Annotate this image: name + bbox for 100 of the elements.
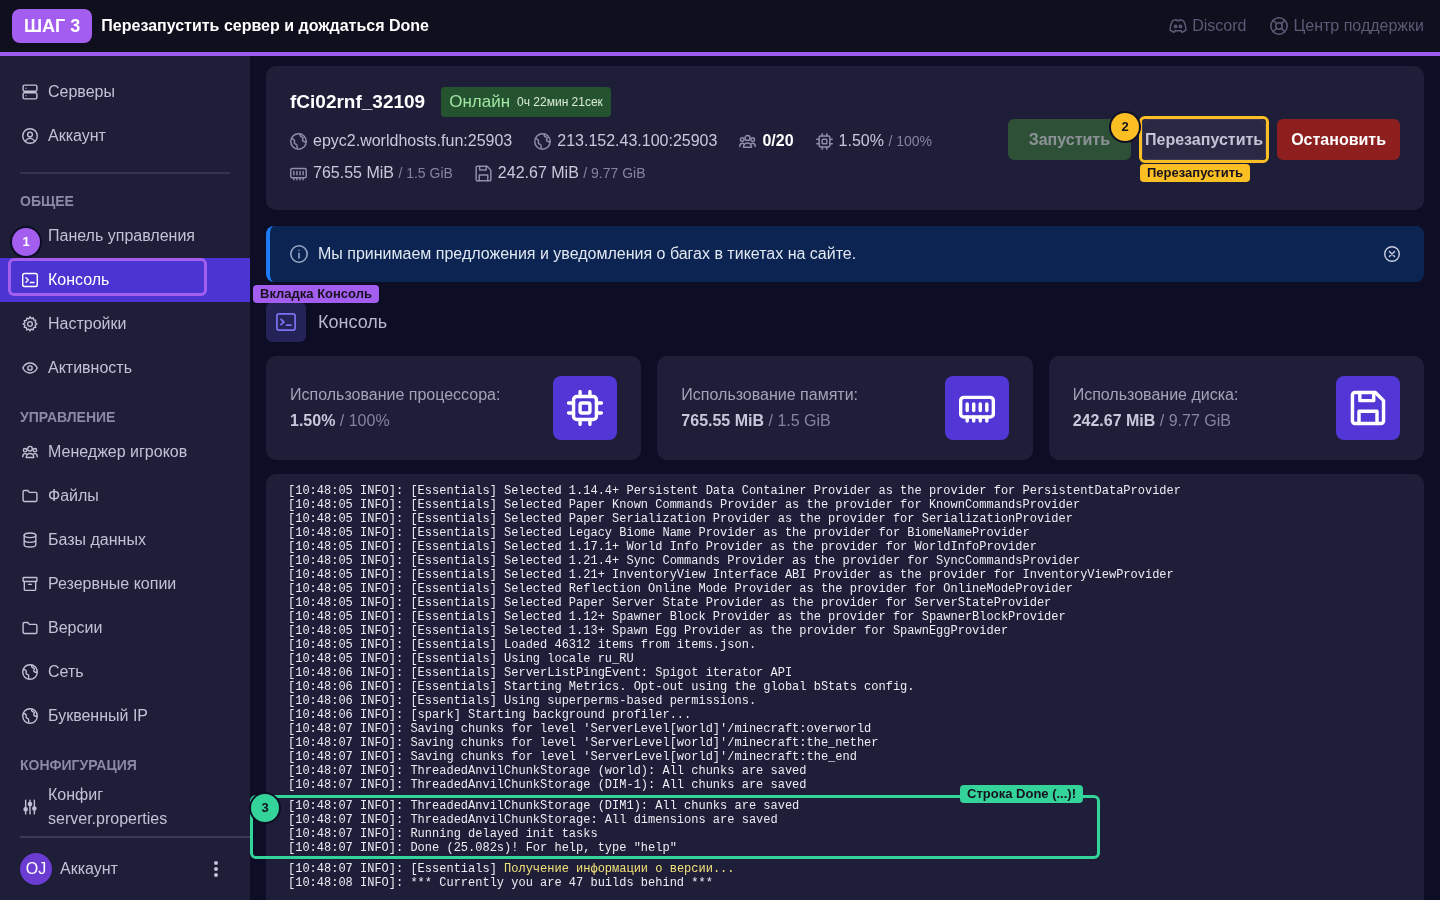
console-line: [10:48:05 INFO]: [Essentials] Selected Reflection Online Mode Provider as the provider for OnlineModeProvider [288,582,1074,596]
users-icon [739,132,757,150]
console-line: [10:48:07 INFO]: Saving chunks for level 'ServerLevel[world]'/minecraft:the_nether [288,736,880,750]
sidebar-item[interactable]: Аккаунт [0,114,250,158]
user-circle-icon [22,128,38,144]
console-line: [10:48:07 INFO]: Saving chunks for level 'ServerLevel[world]'/minecraft:overworld [288,722,873,736]
console-line: [10:48:06 INFO]: [spark] Starting background profiler... [288,708,693,722]
stat-value: 765.55 MiB / 1.5 GiB [681,411,832,431]
sidebar-section-title: УПРАВЛЕНИЕ [19,408,117,427]
terminal-icon [22,272,38,288]
cpu-icon [553,376,618,440]
sidebar-item[interactable]: Базы данных [0,518,250,562]
sidebar-item[interactable]: Резервные копии [0,562,250,606]
stat-label: Использование диска: [1072,385,1239,405]
sidebar-item[interactable]: Конфиг server.properties [0,778,250,836]
users-icon [22,444,38,460]
console-line: [10:48:05 INFO]: [Essentials] Using locale ru_RU [288,652,635,666]
usage-text: 1.50% / 100% [838,131,932,151]
folder-icon [22,620,38,636]
console-line: [10:48:05 INFO]: [Essentials] Selected Paper Known Commands Provider as the provider for KnownCommandsProvider [288,498,1082,512]
info-icon [290,245,308,263]
console-line: [10:48:06 INFO]: [Essentials] Starting Metrics. Opt-out using the global bStats config. [288,680,916,694]
console-line: [10:48:08 INFO]: *** Currently you are 47 builds behind *** [288,876,714,890]
close-icon [1384,246,1400,262]
sidebar-item[interactable]: Настройки [0,302,250,346]
sidebar-item[interactable]: Сеть [0,650,250,694]
eye-icon [22,360,38,376]
sidebar-item[interactable]: Версии [0,606,250,650]
console-line: [10:48:07 INFO]: ThreadedAnvilChunkStorage (DIM1): All chunks are saved [288,799,801,813]
sidebar-item[interactable]: Буквенный IP [0,694,250,738]
console-line: [10:48:05 INFO]: [Essentials] Selected 1.21.4+ Sync Commands Provider as the provider for SyncCommandsProvider [288,554,1082,568]
archive-icon [22,576,38,592]
console-line: [10:48:06 INFO]: [Essentials] ServerListPingEvent: Spigot iterator API [288,666,794,680]
console-line: [10:48:05 INFO]: [Essentials] Selected 1.21+ InventoryView Interface ABI Provider as the provider for InventoryViewProvider [288,568,1175,582]
console-line: [10:48:07 INFO]: ThreadedAnvilChunkStorage (world): All chunks are saved [288,764,808,778]
callout-number: 3 [251,794,279,822]
address-text: 213.152.43.100:25903 [557,131,718,151]
callout-label: Строка Done (...)! [960,785,1083,803]
console-line: [10:48:05 INFO]: [Essentials] Selected 1.14.4+ Persistent Data Container Provider as the provider for PersistentDataProvider [288,484,1182,498]
sidebar-section-title: ОБЩЕЕ [19,192,75,211]
callout-label: Вкладка Консоль [253,285,379,303]
console-line: [10:48:05 INFO]: [Essentials] Selected Paper Server State Provider as the provider for ServerStateProvider [288,596,1053,610]
console-line: [10:48:05 INFO]: [Essentials] Selected 1.13+ Spawn Egg Provider as the provider for SpawnEggProvider [288,624,1010,638]
database-icon [22,532,38,548]
controller-icon [1169,17,1188,35]
folder-icon [22,488,38,504]
memory-icon [944,376,1009,440]
restart-button[interactable]: Перезапустить [1142,119,1267,160]
usage-text: 242.67 MiB / 9.77 GiB [497,163,646,183]
sidebar-section-title: КОНФИГУРАЦИЯ [19,756,138,775]
console-line: [10:48:07 INFO]: Saving chunks for level 'ServerLevel[world]'/minecraft:the_end [288,750,858,764]
lifebuoy-icon [1270,17,1289,35]
banner-text: Мы принимаем предложения и уведомления о багах в тикетах на сайте. [318,244,857,264]
console-line: [10:48:07 INFO]: Running delayed init tasks [288,827,599,841]
callout-number: 2 [1111,113,1139,141]
sidebar-item[interactable]: Менеджер игроков [0,430,250,474]
stat-label: Использование памяти: [681,385,859,405]
console-line: [10:48:05 INFO]: [Essentials] Selected 1.17.1+ World Info Provider as the provider for WorldInfoProvider [288,540,1038,554]
sidebar-item[interactable]: Серверы [0,70,250,114]
section-title: Консоль [318,310,388,334]
cpu-icon [815,132,833,150]
sidebar-item[interactable]: Панель управления [48,214,250,258]
stat-value: 1.50% / 100% [290,411,391,431]
globe-icon [22,708,38,724]
globe-icon [290,132,307,150]
stat-value: 242.67 MiB / 9.77 GiB [1072,411,1232,431]
callout-label: Перезапустить [1140,164,1250,182]
gear-icon [22,316,38,332]
sidebar-item[interactable]: Файлы [0,474,250,518]
stop-button[interactable]: Остановить [1277,119,1400,160]
step-title: Перезапустить сервер и дождаться Done [101,16,429,36]
console-line: [10:48:07 INFO]: [Essentials] Получение информации о версии... [288,862,736,876]
console-line: [10:48:07 INFO]: ThreadedAnvilChunkStorage (DIM-1): All chunks are saved [288,778,808,792]
terminal-icon [266,302,306,342]
sidebar-item[interactable]: Консоль [0,258,250,302]
more-button[interactable] [214,861,218,877]
console-line: [10:48:05 INFO]: [Essentials] Loaded 46312 items from items.json. [288,638,758,652]
console-line: [10:48:06 INFO]: [Essentials] Using superperms-based permissions. [288,694,758,708]
account-name: Аккаунт [60,859,118,879]
sidebar-item[interactable]: Активность [0,346,250,390]
sliders-icon [22,799,38,815]
close-button[interactable] [1384,246,1400,262]
console-line: [10:48:05 INFO]: [Essentials] Selected Legacy Biome Name Provider as the provider for BiomeNameProvider [288,526,1031,540]
address-text: epyc2.worldhosts.fun:25903 [313,131,513,151]
uptime-text: 0ч 22мин 21сек [517,94,603,111]
globe-icon [22,664,38,680]
console-line: [10:48:07 INFO]: ThreadedAnvilChunkStorage: All dimensions are saved [288,813,779,827]
console-line: [10:48:05 INFO]: [Essentials] Selected 1.12+ Spawner Block Provider as the provider for SpawnerBlockProvider [288,610,1067,624]
console-line: [10:48:07 INFO]: Done (25.082s)! For help, type "help" [288,841,678,855]
server-name: fCi02rnf_32109 [290,89,426,114]
player-count: 0/20 [762,131,794,151]
console-line: [10:48:05 INFO]: [Essentials] Selected Paper Serialization Provider as the provider for SerializationProvider [288,512,1074,526]
stat-label: Использование процессора: [290,385,501,405]
globe-icon [534,132,552,150]
callout-number: 1 [12,228,40,256]
usage-text: 765.55 MiB / 1.5 GiB [313,163,453,183]
more-icon [214,861,218,877]
avatar: OJ [20,853,52,885]
step-badge: ШАГ 3 [12,9,93,43]
status-text: Онлайн [449,91,511,114]
